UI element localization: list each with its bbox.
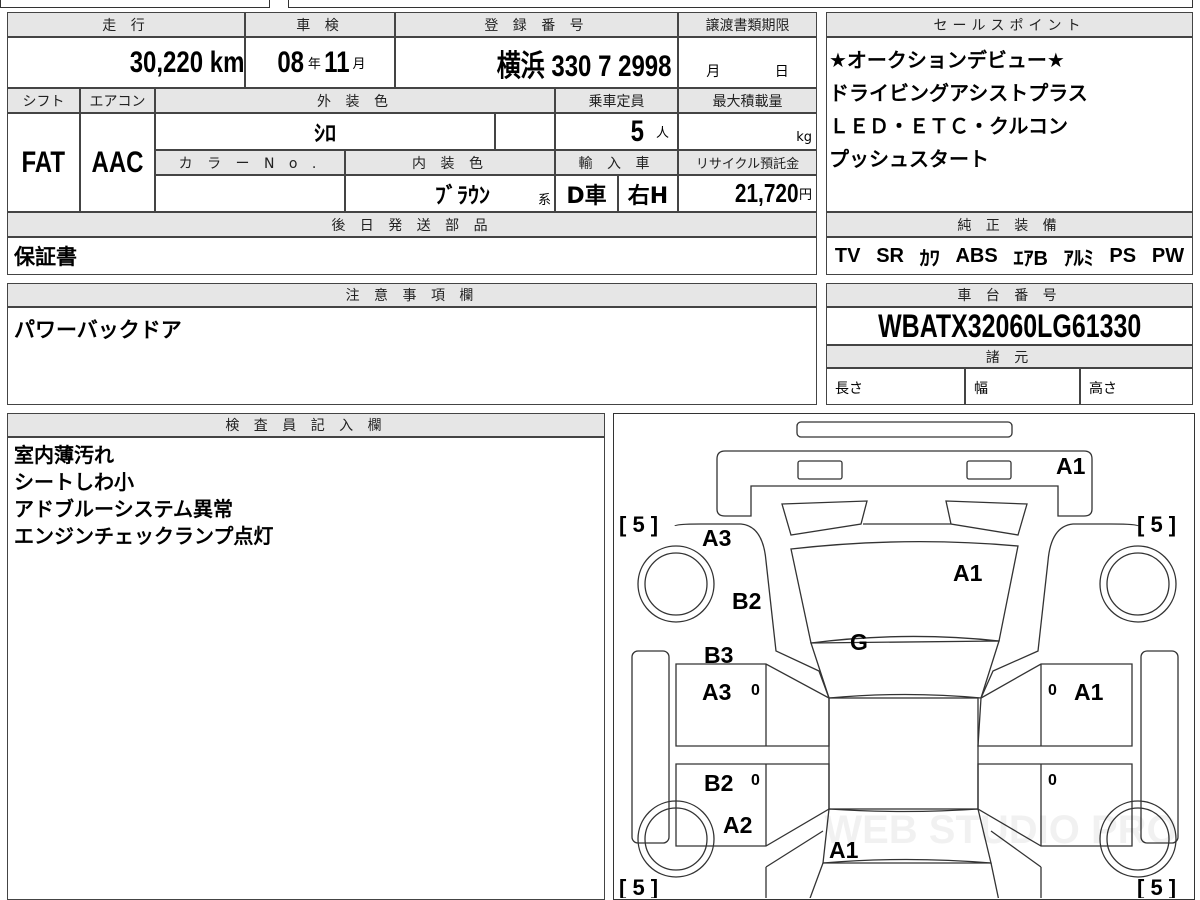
inspection-label: 車 検 — [245, 12, 395, 37]
chassis-value: WBATX32060LG61330 — [826, 307, 1193, 345]
grille-shape — [781, 500, 1028, 536]
equipment-item: TV — [834, 244, 861, 267]
notes-value: パワーバックドア — [7, 307, 817, 405]
exterior-color-label: 外 装 色 — [155, 88, 555, 113]
capacity-label: 乗車定員 — [555, 88, 678, 113]
inspector-line: エンジンチェックランプ点灯 — [14, 524, 274, 548]
sales-point-line: ドライビングアシストプラス — [829, 81, 1088, 105]
watermark: WEB STUDIO PRO — [824, 808, 1177, 852]
damage-mark-left-front-door-a: A3 — [702, 679, 731, 705]
recycle-label: リサイクル預託金 — [678, 150, 817, 175]
max-load-label: 最大積載量 — [678, 88, 817, 113]
front-bumper-shape — [716, 450, 1093, 517]
inspector-line: シートしわ小 — [14, 470, 134, 494]
damage-mark-left-front-fender: A3 — [702, 525, 731, 551]
right-front-wheel — [1106, 552, 1170, 616]
sales-points-box: ★オークションデビュー★ ドライビングアシストプラス ＬＥＤ・ＥＴＣ・クルコン … — [826, 37, 1193, 212]
left-front-wheel — [644, 552, 708, 616]
transfer-deadline-label: 譲渡書類期限 — [678, 12, 817, 37]
mileage-value: 30,220 km — [7, 37, 245, 88]
specs-label: 諸 元 — [826, 345, 1193, 368]
exterior-color-value: ｼﾛ — [155, 113, 495, 150]
spec-height: 高さ — [1080, 368, 1193, 405]
left-rocker-shape — [631, 650, 670, 844]
windshield-shape — [810, 640, 1000, 699]
damage-mark-front-bumper: A1 — [1056, 453, 1086, 479]
equipment-item: PS — [1109, 244, 1137, 267]
import-value: D車 — [555, 175, 618, 212]
notes-label: 注 意 事 項 欄 — [7, 283, 817, 307]
max-load-value: kg — [678, 113, 817, 150]
equipment-item: ｴｱB — [1013, 247, 1048, 270]
inspection-value: 08 年 11 月 — [245, 37, 395, 88]
spec-width: 幅 — [965, 368, 1080, 405]
aircon-value: AAC — [80, 113, 155, 212]
sales-point-line: プッシュスタート — [829, 147, 989, 171]
equipment-item: ｱﾙﾐ — [1063, 247, 1094, 270]
inspector-label: 検 査 員 記 入 欄 — [7, 413, 605, 437]
sales-point-line: ★オークションデビュー★ — [829, 48, 1065, 72]
damage-mark-right-front-door: A1 — [1074, 679, 1104, 705]
damage-mark-windshield: G — [850, 629, 868, 655]
handle-value: 右H — [618, 175, 678, 212]
chassis-label: 車 台 番 号 — [826, 283, 1193, 307]
tire-bracket-rear-left: [ 5 ] — [619, 875, 658, 898]
inspector-line: アドブルーシステム異常 — [14, 497, 233, 521]
equipment-item: ABS — [955, 244, 998, 267]
equipment-list: TV SR ｶﾜ ABS ｴｱB ｱﾙﾐ PS PW — [826, 237, 1193, 275]
headlight-right-shape — [966, 460, 1012, 480]
import-label: 輸 入 車 — [555, 150, 678, 175]
inspector-line: 室内薄汚れ — [14, 443, 114, 467]
interior-color-value: ﾌﾞﾗｳﾝ系 — [345, 175, 555, 212]
transfer-deadline-value: 月日 — [678, 37, 817, 88]
exterior-color-extra — [495, 113, 555, 150]
color-no-label: カ ラ ー N o . — [155, 150, 345, 175]
capacity-value: 5 人 — [555, 113, 678, 150]
mark-zero: 0 — [1048, 772, 1057, 789]
equipment-label: 純 正 装 備 — [826, 212, 1193, 237]
car-damage-diagram: WEB STUDIO PRO [ 5 ] [ 5 ] [ 5 ] [ 5 ] A… — [613, 413, 1195, 900]
damage-mark-left-front-fender-b: B2 — [732, 588, 761, 614]
aircon-label: エアコン — [80, 88, 155, 113]
damage-mark-left-front-door-b: B3 — [704, 642, 733, 668]
color-no-value — [155, 175, 345, 212]
sales-point-line: ＬＥＤ・ＥＴＣ・クルコン — [829, 114, 1068, 138]
damage-mark-trunk: A1 — [829, 837, 859, 863]
tire-bracket-front-right: [ 5 ] — [1137, 512, 1176, 537]
mark-zero: 0 — [1048, 682, 1057, 699]
spec-length: 長さ — [826, 368, 965, 405]
tire-bracket-front-left: [ 5 ] — [619, 512, 658, 537]
sales-points-label: セールスポイント — [826, 12, 1193, 37]
mark-zero: 0 — [751, 682, 760, 699]
rear-spoiler-shape — [796, 421, 1013, 438]
damage-mark-left-rear-fender: A2 — [723, 812, 752, 838]
top-strip-cell — [288, 0, 1193, 8]
roof-shape — [828, 697, 979, 810]
later-parts-label: 後 日 発 送 部 品 — [7, 212, 817, 237]
mileage-label: 走 行 — [7, 12, 245, 37]
recycle-value: 21,720 円 — [678, 175, 817, 212]
mark-zero: 0 — [751, 772, 760, 789]
equipment-item: ｶﾜ — [919, 247, 940, 270]
equipment-item: SR — [876, 244, 904, 267]
inspector-notes: 室内薄汚れ シートしわ小 アドブルーシステム異常 エンジンチェックランプ点灯 — [7, 437, 605, 900]
top-strip-cell — [0, 0, 270, 8]
left-front-door-shape — [675, 663, 830, 747]
damage-mark-hood: A1 — [953, 560, 983, 586]
right-front-door-shape — [977, 663, 1133, 747]
trunk-shape — [809, 862, 1000, 898]
headlight-left-shape — [797, 460, 843, 480]
tire-bracket-rear-right: [ 5 ] — [1137, 875, 1176, 898]
shift-value: FAT — [7, 113, 80, 212]
later-parts-value: 保証書 — [7, 237, 817, 275]
equipment-item: PW — [1151, 244, 1185, 267]
registration-label: 登 録 番 号 — [395, 12, 678, 37]
hood-shape — [790, 541, 1019, 644]
damage-mark-left-rear-door: B2 — [704, 770, 733, 796]
shift-label: シフト — [7, 88, 80, 113]
registration-value: 横浜 330 7 2998 — [395, 37, 678, 88]
interior-color-label: 内 装 色 — [345, 150, 555, 175]
